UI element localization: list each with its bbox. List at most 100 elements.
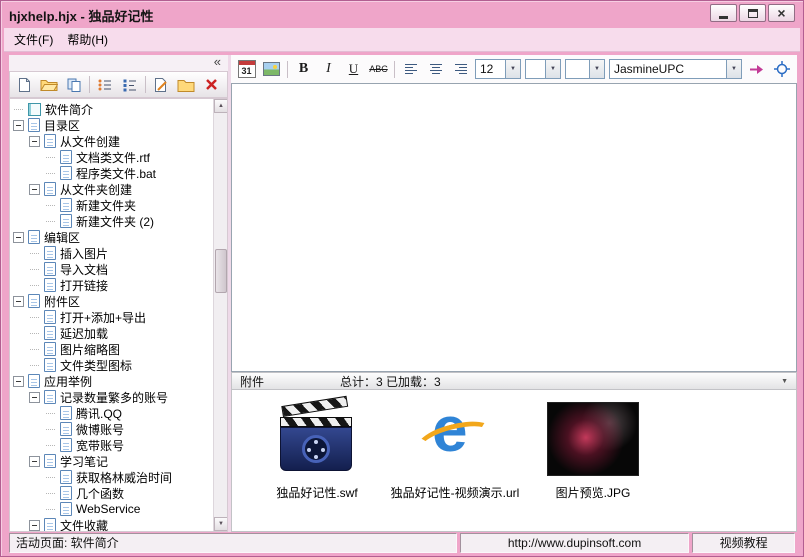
tree-item[interactable]: 延迟加载 [13,325,212,341]
insert-image-button[interactable] [260,58,283,80]
folder-icon [177,79,195,92]
align-center-button[interactable] [424,58,447,80]
new-note-button[interactable] [12,73,36,96]
tree-item-label: 打开+添加+导出 [60,310,147,325]
page-icon [28,294,40,308]
arrow-tool-button[interactable] [745,58,768,80]
crosshair-tool-button[interactable] [770,58,793,80]
tree-item[interactable]: 记录数量繁多的账号 [13,389,212,405]
status-video-link[interactable]: 视频教程 [692,533,796,553]
tree-item[interactable]: 打开链接 [13,277,212,293]
tree-item[interactable]: 腾讯.QQ [13,405,212,421]
underline-button[interactable]: U [342,58,365,80]
right-panel: 31 B I U ABC 12 ▼ ▼ ▼ JasmineUPC ▼ 附件 总计… [231,55,797,532]
tree-item[interactable]: 文件收藏 [13,517,212,532]
chevron-down-icon[interactable]: ▼ [505,60,520,78]
tree-line [29,328,44,339]
editor-area[interactable] [231,83,797,372]
expand-toggle-icon[interactable] [29,519,40,531]
attachment-name: 独品好记性-视频演示.url [390,486,520,500]
tree-item[interactable]: 从文件创建 [13,133,212,149]
chevron-down-icon[interactable]: ▼ [726,60,741,78]
font-size-combo[interactable]: 12 ▼ [475,59,521,79]
tree-item[interactable]: 插入图片 [13,245,212,261]
font-name-combo[interactable]: JasmineUPC ▼ [609,59,742,79]
expand-toggle-icon[interactable] [29,135,40,147]
close-button[interactable]: × [768,4,795,22]
tree-item[interactable]: 编辑区 [13,229,212,245]
attachments-collapse-icon[interactable]: ▼ [781,378,788,385]
scroll-up-button[interactable]: ▲ [214,99,227,113]
tree-line [45,472,60,483]
expand-toggle-icon[interactable] [13,375,24,387]
bold-button[interactable]: B [292,58,315,80]
tree-item[interactable]: 软件简介 [13,101,212,117]
insert-date-button[interactable]: 31 [235,58,258,80]
tree-scrollbar[interactable]: ▲ ▼ [213,99,227,531]
tree-item[interactable]: 新建文件夹 [13,197,212,213]
expand-toggle-icon[interactable] [29,183,40,195]
tree-item[interactable]: 几个函数 [13,485,212,501]
tree-item-label: 文件收藏 [60,518,109,532]
scrollbar-thumb[interactable] [215,249,227,293]
tree-item-label: 学习笔记 [60,454,109,469]
tree-item[interactable]: 导入文档 [13,261,212,277]
bullet-list-button[interactable] [93,73,117,96]
page-icon [28,374,40,388]
maximize-button[interactable] [739,4,766,22]
tree-item[interactable]: 从文件夹创建 [13,181,212,197]
expand-toggle-icon[interactable] [13,295,24,307]
open-button[interactable] [37,73,61,96]
tree-item[interactable]: 学习笔记 [13,453,212,469]
align-left-button[interactable] [399,58,422,80]
attachment-item[interactable]: 图片预览.JPG [524,398,662,501]
page-icon [60,486,72,500]
menu-help[interactable]: 帮助(H) [61,28,114,51]
expand-toggle-icon[interactable] [13,119,24,131]
import-button[interactable] [62,73,86,96]
attachment-item[interactable]: e 独品好记性-视频演示.url [386,393,524,501]
collapse-panel-button[interactable]: « [211,55,224,69]
folder-button[interactable] [174,73,198,96]
tree-item[interactable]: 微博账号 [13,421,212,437]
main-content: « 软件简介 目录区 从文件创建 文档类文件.rtf 程序类文件.bat 从文件… [9,55,797,532]
menu-file[interactable]: 文件(F) [8,28,59,51]
minimize-button[interactable] [710,4,737,22]
attachment-item[interactable]: 独品好记性.swf [248,395,386,501]
attachment-list: 独品好记性.swf e 独品好记性-视频演示.url 图片预览.JPG [232,390,796,501]
tree-item[interactable]: 获取格林威治时间 [13,469,212,485]
tree-item[interactable]: 文档类文件.rtf [13,149,212,165]
tree-item[interactable]: 应用举例 [13,373,212,389]
tree-item-label: 目录区 [44,118,81,133]
window-controls: × [710,4,795,22]
font-color-combo[interactable]: ▼ [525,59,561,79]
tree-item[interactable]: 文件类型图标 [13,357,212,373]
chevron-down-icon[interactable]: ▼ [589,60,604,78]
edit-note-button[interactable] [149,73,173,96]
tree-item[interactable]: 宽带账号 [13,437,212,453]
italic-button[interactable]: I [317,58,340,80]
expand-toggle-icon[interactable] [29,455,40,467]
tree-item[interactable]: 新建文件夹 (2) [13,213,212,229]
tree-item[interactable]: 目录区 [13,117,212,133]
maximize-icon [747,8,758,18]
scroll-down-button[interactable]: ▼ [214,517,227,531]
tree-item[interactable]: WebService [13,501,212,517]
chevron-down-icon[interactable]: ▼ [545,60,560,78]
align-right-button[interactable] [449,58,472,80]
tree-item[interactable]: 打开+添加+导出 [13,309,212,325]
tree-list-button[interactable] [118,73,142,96]
strikethrough-button[interactable]: ABC [367,58,390,80]
editor-toolbar: 31 B I U ABC 12 ▼ ▼ ▼ JasmineUPC ▼ [231,55,797,83]
tree-item[interactable]: 程序类文件.bat [13,165,212,181]
expand-toggle-icon[interactable] [13,231,24,243]
tree-item[interactable]: 附件区 [13,293,212,309]
highlight-color-combo[interactable]: ▼ [565,59,605,79]
attachment-icon-zone [547,398,639,480]
delete-button[interactable] [199,73,223,96]
tree-item[interactable]: 图片缩略图 [13,341,212,357]
tree-line [45,504,60,515]
expand-toggle-icon[interactable] [29,391,40,403]
